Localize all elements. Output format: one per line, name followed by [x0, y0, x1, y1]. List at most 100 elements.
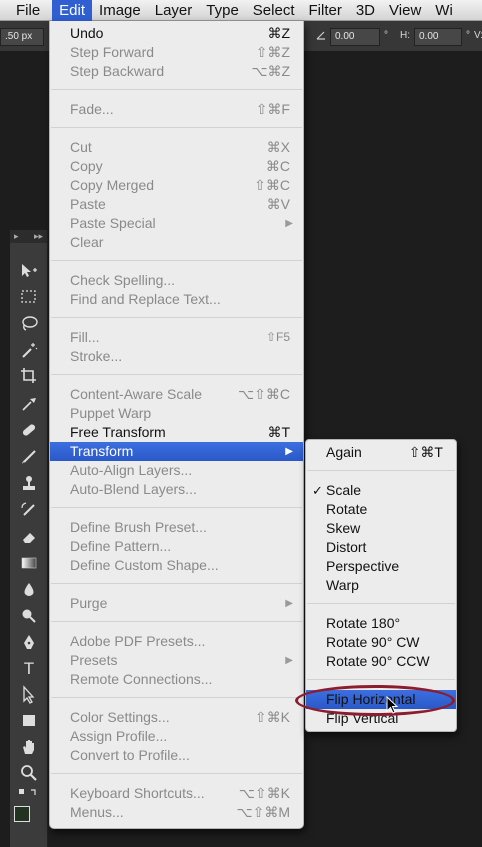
menu-item-copy-merged[interactable]: Copy Merged ⇧⌘C [50, 176, 303, 195]
menu-select[interactable]: Select [246, 0, 302, 21]
submenu-item-distort[interactable]: Distort [306, 538, 456, 557]
menu-separator [307, 679, 455, 680]
angle-field[interactable]: 0.00 [330, 28, 380, 46]
menu-item-purge[interactable]: Purge ▶ [50, 594, 303, 613]
healing-brush-tool-icon[interactable] [18, 420, 40, 440]
default-colors-icon[interactable] [18, 787, 40, 801]
menu-separator [51, 317, 302, 318]
menu-separator [51, 583, 302, 584]
expand-icon[interactable]: ▸▸ [34, 230, 43, 243]
menu-view[interactable]: View [382, 0, 428, 21]
menu-item-color-settings[interactable]: Color Settings... ⇧⌘K [50, 708, 303, 727]
checkmark-icon: ✓ [312, 483, 323, 498]
menu-bar: File Edit Image Layer Type Select Filter… [0, 0, 482, 21]
menu-item-define-custom-shape[interactable]: Define Custom Shape... [50, 556, 303, 575]
crop-tool-icon[interactable] [18, 366, 40, 386]
menu-window[interactable]: Wi [428, 0, 460, 21]
menu-item-puppet-warp[interactable]: Puppet Warp [50, 404, 303, 423]
menu-item-presets[interactable]: Presets ▶ [50, 651, 303, 670]
eyedropper-tool-icon[interactable] [18, 393, 40, 413]
menu-item-define-brush-preset[interactable]: Define Brush Preset... [50, 518, 303, 537]
pen-tool-icon[interactable] [18, 633, 40, 653]
blur-tool-icon[interactable] [18, 580, 40, 600]
menu-item-free-transform[interactable]: Free Transform ⌘T [50, 423, 303, 442]
history-brush-tool-icon[interactable] [18, 500, 40, 520]
submenu-arrow-icon: ▶ [285, 655, 293, 666]
menu-item-clear[interactable]: Clear [50, 233, 303, 252]
menu-item-cut[interactable]: Cut ⌘X [50, 138, 303, 157]
menu-edit[interactable]: Edit [52, 0, 93, 21]
menu-separator [51, 621, 302, 622]
submenu-item-flip-horizontal[interactable]: Flip Horizontal [306, 690, 456, 709]
menu-item-copy[interactable]: Copy ⌘C [50, 157, 303, 176]
menu-item-check-spelling[interactable]: Check Spelling... [50, 271, 303, 290]
menu-3d[interactable]: 3D [349, 0, 382, 21]
submenu-item-scale[interactable]: ✓ Scale [306, 481, 456, 500]
rectangle-tool-icon[interactable] [18, 711, 40, 731]
menu-item-auto-blend-layers[interactable]: Auto-Blend Layers... [50, 480, 303, 499]
submenu-arrow-icon: ▶ [285, 446, 293, 457]
menu-item-convert-to-profile[interactable]: Convert to Profile... [50, 746, 303, 765]
menu-item-assign-profile[interactable]: Assign Profile... [50, 727, 303, 746]
gradient-tool-icon[interactable] [18, 553, 40, 573]
h-label: H: [400, 30, 410, 41]
v-label: V: [474, 30, 482, 41]
menu-separator [51, 260, 302, 261]
menu-separator [307, 603, 455, 604]
mouse-cursor-icon [386, 695, 400, 716]
menu-item-auto-align-layers[interactable]: Auto-Align Layers... [50, 461, 303, 480]
path-selection-tool-icon[interactable] [18, 685, 40, 705]
menu-separator [51, 773, 302, 774]
menu-item-define-pattern[interactable]: Define Pattern... [50, 537, 303, 556]
submenu-item-rotate-90-ccw[interactable]: Rotate 90° CCW [306, 652, 456, 671]
transform-submenu: Again ⇧⌘T ✓ Scale Rotate Skew Distort Pers… [305, 439, 457, 732]
submenu-item-flip-vertical[interactable]: Flip Vertical [306, 709, 456, 728]
submenu-item-rotate-180[interactable]: Rotate 180° [306, 614, 456, 633]
submenu-item-warp[interactable]: Warp [306, 576, 456, 595]
h-skew-field[interactable]: 0.00 [414, 28, 462, 46]
submenu-item-skew[interactable]: Skew [306, 519, 456, 538]
menu-type[interactable]: Type [199, 0, 246, 21]
menu-item-menus[interactable]: Menus... ⌥⇧⌘M [50, 803, 303, 822]
menu-image[interactable]: Image [92, 0, 148, 21]
menu-file[interactable]: File [0, 0, 52, 21]
marquee-tool-icon[interactable] [18, 287, 40, 307]
submenu-item-rotate-90-cw[interactable]: Rotate 90° CW [306, 633, 456, 652]
hand-tool-icon[interactable] [18, 737, 40, 757]
menu-item-adobe-pdf-presets[interactable]: Adobe PDF Presets... [50, 632, 303, 651]
submenu-item-rotate[interactable]: Rotate [306, 500, 456, 519]
collapse-icon[interactable]: ▸ [14, 230, 19, 243]
menu-item-step-backward[interactable]: Step Backward ⌥⌘Z [50, 62, 303, 81]
menu-item-transform[interactable]: Transform ▶ [50, 442, 303, 461]
tools-panel: ▸ ▸▸ T [10, 230, 48, 847]
eraser-tool-icon[interactable] [18, 527, 40, 547]
foreground-color-swatch[interactable] [14, 806, 30, 822]
menu-item-fade[interactable]: Fade... ⇧⌘F [50, 100, 303, 119]
menu-item-fill[interactable]: Fill... ⇧F5 [50, 328, 303, 347]
menu-item-keyboard-shortcuts[interactable]: Keyboard Shortcuts... ⌥⇧⌘K [50, 784, 303, 803]
dodge-tool-icon[interactable] [18, 606, 40, 626]
brush-tool-icon[interactable] [18, 447, 40, 467]
lasso-tool-icon[interactable] [18, 314, 40, 334]
menu-layer[interactable]: Layer [148, 0, 200, 21]
width-field[interactable]: .50 px [0, 28, 44, 46]
tools-panel-header[interactable]: ▸ ▸▸ [10, 230, 47, 243]
menu-filter[interactable]: Filter [302, 0, 349, 21]
type-tool-icon[interactable]: T [18, 659, 40, 679]
menu-item-step-forward[interactable]: Step Forward ⇧⌘Z [50, 43, 303, 62]
angle-icon [316, 30, 326, 44]
h-unit: ° [466, 30, 470, 41]
menu-item-undo[interactable]: Undo ⌘Z [50, 24, 303, 43]
submenu-item-perspective[interactable]: Perspective [306, 557, 456, 576]
zoom-tool-icon[interactable] [18, 763, 40, 783]
menu-item-stroke[interactable]: Stroke... [50, 347, 303, 366]
clone-stamp-tool-icon[interactable] [18, 474, 40, 494]
menu-item-find-replace[interactable]: Find and Replace Text... [50, 290, 303, 309]
submenu-item-again[interactable]: Again ⇧⌘T [306, 443, 456, 462]
magic-wand-tool-icon[interactable] [18, 340, 40, 360]
menu-item-remote-connections[interactable]: Remote Connections... [50, 670, 303, 689]
menu-item-paste-special[interactable]: Paste Special ▶ [50, 214, 303, 233]
move-tool-icon[interactable] [18, 261, 40, 281]
menu-item-paste[interactable]: Paste ⌘V [50, 195, 303, 214]
menu-item-content-aware-scale[interactable]: Content-Aware Scale ⌥⇧⌘C [50, 385, 303, 404]
